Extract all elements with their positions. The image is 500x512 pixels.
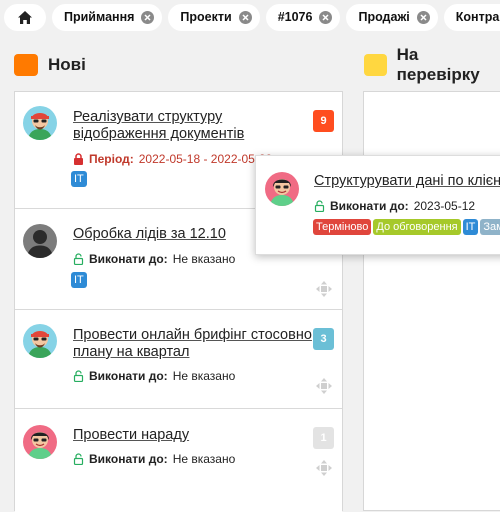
task-card[interactable]: Провести онлайн брифінг стосовно плану н…	[15, 310, 342, 409]
column-review	[363, 91, 500, 511]
home-button[interactable]	[4, 3, 46, 31]
avatar	[23, 324, 57, 358]
meta-value: Не вказано	[172, 369, 236, 383]
unlock-icon	[314, 200, 325, 212]
tab-prodazhi[interactable]: Продажі	[346, 3, 438, 31]
tab-label: Приймання	[64, 10, 135, 24]
card-tags: IT	[71, 171, 87, 187]
drag-handle-icon[interactable]	[315, 377, 333, 395]
tab-pryimannia[interactable]: Приймання	[52, 3, 163, 31]
meta-label: Виконати до:	[89, 252, 168, 266]
close-icon[interactable]	[416, 10, 430, 24]
comment-count-badge: 1	[313, 427, 334, 449]
column-new: Реалізувати структуру відображення докум…	[14, 91, 343, 512]
card-title[interactable]: Провести онлайн брифінг стосовно плану н…	[73, 327, 313, 361]
meta-value: 2023-05-12	[413, 199, 476, 213]
tag: IT	[71, 272, 87, 288]
meta-value: Не вказано	[172, 252, 236, 266]
unlock-icon	[73, 370, 84, 382]
card-due: Виконати до: Не вказано	[73, 452, 235, 466]
task-card[interactable]: Провести нараду Виконати до: Не вказано …	[15, 409, 342, 512]
column-title: Нові	[48, 55, 86, 74]
comment-count-badge: 9	[313, 110, 334, 132]
lock-icon	[74, 153, 83, 165]
tab-label: Контрагенти	[455, 10, 500, 24]
unlock-icon	[73, 453, 84, 465]
tag: До обговорення	[373, 219, 461, 235]
card-due: Виконати до: 2023-05-12	[314, 199, 475, 213]
avatar	[265, 172, 299, 206]
meta-value: 2022-05-18 - 2022-05-20	[138, 152, 273, 166]
column-header-new: Нові	[14, 52, 86, 78]
tab-label: Проекти	[180, 10, 232, 24]
column-title: На перевірку	[396, 45, 480, 84]
tag: IT	[462, 219, 479, 235]
meta-label: Виконати до:	[89, 452, 168, 466]
card-tags: IT	[71, 272, 87, 288]
meta-label: Період:	[89, 152, 134, 166]
close-icon[interactable]	[238, 10, 252, 24]
close-icon[interactable]	[141, 10, 155, 24]
meta-label: Виконати до:	[89, 369, 168, 383]
column-color-swatch	[14, 54, 38, 76]
meta-value: Не вказано	[172, 452, 236, 466]
close-icon[interactable]	[319, 10, 333, 24]
tag: IT	[71, 171, 87, 187]
column-header-review: На перевірку	[364, 45, 500, 84]
tab-bar: Приймання Проекти #1076 Продажі Контраге…	[0, 0, 500, 34]
card-due: Виконати до: Не вказано	[73, 252, 235, 266]
drag-handle-icon[interactable]	[315, 459, 333, 477]
tab-kontrahenty[interactable]: Контрагенти	[443, 3, 500, 31]
column-color-swatch	[364, 54, 387, 76]
meta-label: Виконати до:	[330, 199, 409, 213]
tag: Зам	[480, 219, 500, 235]
home-icon	[18, 10, 32, 24]
comment-count-badge: 3	[313, 328, 334, 350]
tab-label: Продажі	[358, 10, 410, 24]
unlock-icon	[73, 253, 84, 265]
tab-label: #1076	[277, 10, 313, 24]
tag: Терміново	[313, 219, 372, 235]
card-title[interactable]: Реалізувати структуру відображення докум…	[73, 109, 288, 143]
avatar	[23, 224, 57, 258]
tab-proekty[interactable]: Проекти	[168, 3, 260, 31]
dragged-task-card[interactable]: Структурувати дані по клієнт Виконати до…	[255, 155, 500, 255]
drag-handle-icon[interactable]	[315, 280, 333, 298]
card-title[interactable]: Структурувати дані по клієнт	[314, 173, 500, 190]
avatar	[23, 425, 57, 459]
card-title[interactable]: Провести нараду	[73, 427, 308, 444]
card-tags: Терміново До обговорення IT Зам	[313, 219, 500, 235]
card-due: Виконати до: Не вказано	[73, 369, 235, 383]
avatar	[23, 106, 57, 140]
card-period: Період: 2022-05-18 - 2022-05-20	[73, 152, 272, 166]
tab-1076[interactable]: #1076	[265, 3, 341, 31]
